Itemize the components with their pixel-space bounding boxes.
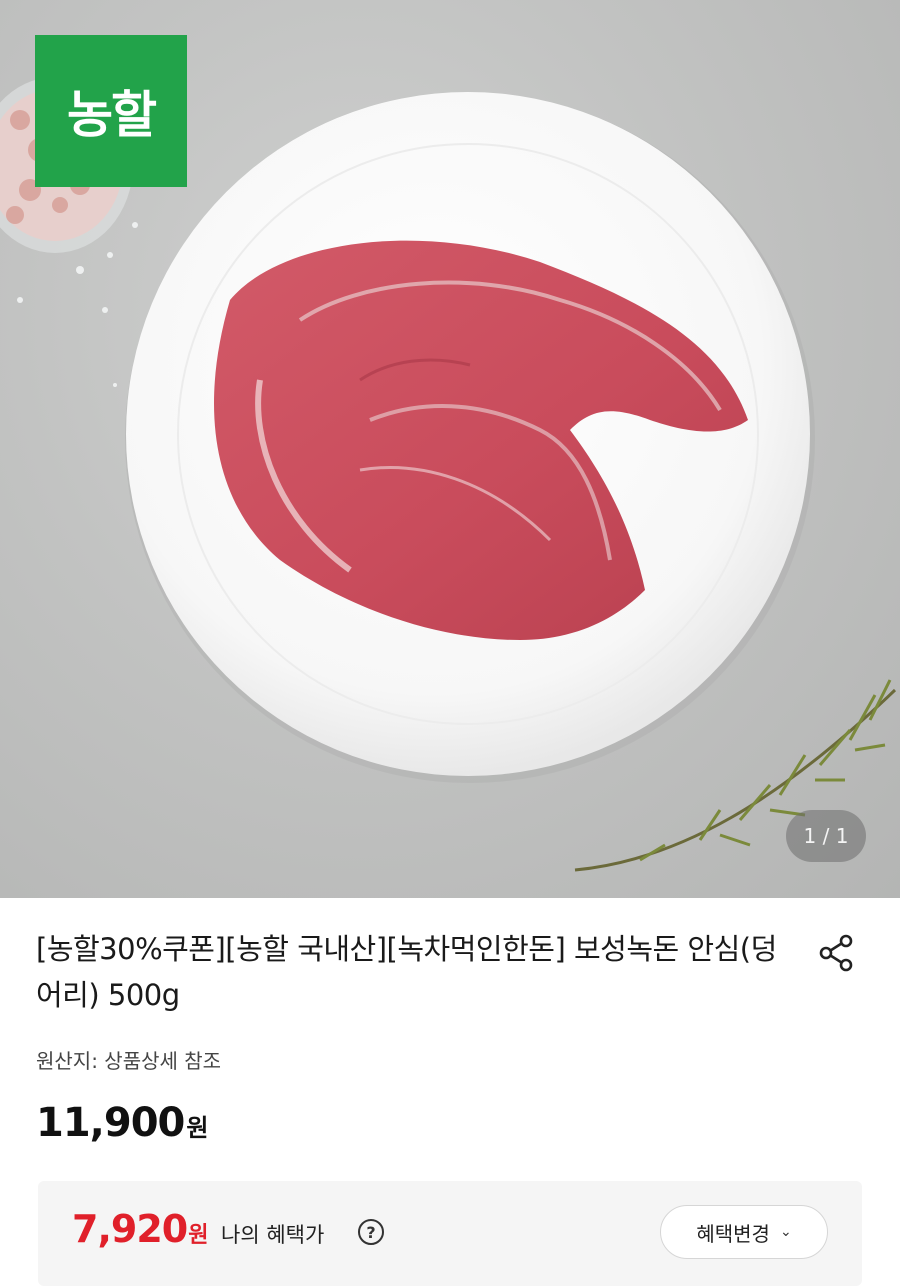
product-image[interactable]: 농할 1 / 1 (0, 0, 900, 898)
benefit-price-value: 7,920 (72, 1207, 188, 1251)
product-title: [농할30%쿠폰][농할 국내산][녹차먹인한돈] 보성녹돈 안심(덩어리) 5… (36, 932, 777, 1012)
product-price: 11,900 원 (36, 1100, 208, 1146)
price-value: 11,900 (36, 1100, 185, 1146)
share-button[interactable] (814, 930, 860, 976)
benefit-price: 7,920 원 (72, 1207, 208, 1251)
share-icon (819, 934, 853, 972)
brand-logo-text: 농할 (67, 86, 157, 144)
benefit-price-box: 7,920 원 나의 혜택가 ? 혜택변경 ⌄ (38, 1181, 862, 1286)
change-benefit-label: 혜택변경 (696, 1221, 770, 1246)
origin-info: 원산지: 상품상세 참조 (36, 1049, 222, 1073)
price-unit: 원 (186, 1114, 209, 1142)
change-benefit-button[interactable]: 혜택변경 ⌄ (660, 1205, 828, 1259)
benefit-price-unit: 원 (188, 1223, 209, 1248)
image-counter: 1 / 1 (786, 810, 866, 862)
benefit-label: 나의 혜택가 (221, 1223, 325, 1247)
brand-logo: 농할 (35, 35, 187, 187)
chevron-down-icon: ⌄ (779, 1224, 792, 1240)
question-circle-icon[interactable]: ? (358, 1219, 384, 1245)
